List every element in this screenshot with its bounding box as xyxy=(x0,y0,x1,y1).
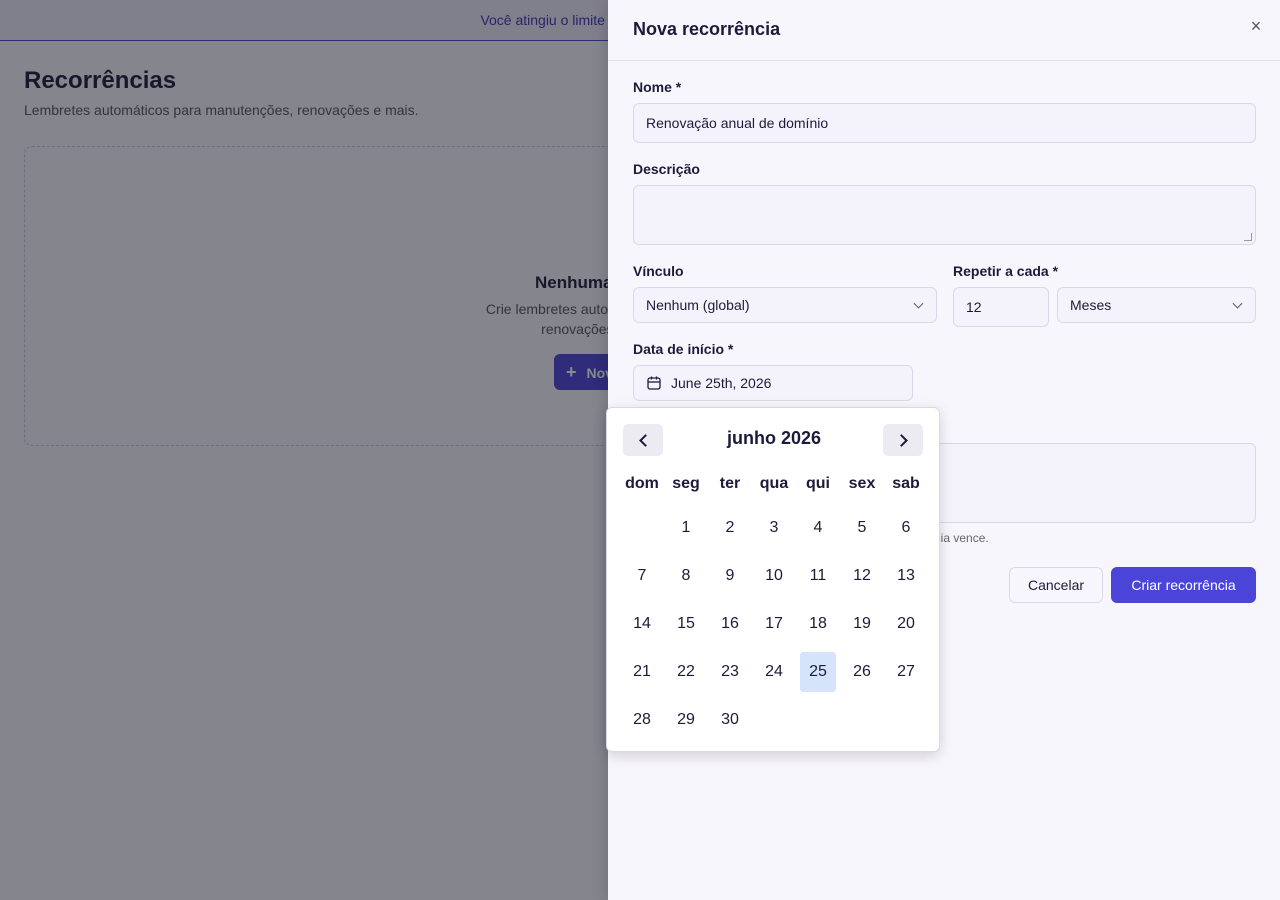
repeat-interval-value: 12 xyxy=(966,299,982,315)
calendar-day[interactable]: 9 xyxy=(708,552,752,600)
calendar-day-number: 4 xyxy=(813,519,823,536)
link-label: Vínculo xyxy=(633,263,684,279)
calendar-day-number: 28 xyxy=(633,711,651,728)
calendar-day-number: 23 xyxy=(721,663,739,680)
cancel-button[interactable]: Cancelar xyxy=(1009,567,1103,603)
calendar-day[interactable]: 10 xyxy=(752,552,796,600)
calendar-day[interactable]: 19 xyxy=(840,600,884,648)
calendar-day[interactable]: 13 xyxy=(884,552,928,600)
drawer-title: Nova recorrência xyxy=(633,19,781,39)
calendar-day[interactable]: 18 xyxy=(796,600,840,648)
description-textarea[interactable] xyxy=(633,185,1256,245)
calendar-day-number: 17 xyxy=(765,615,783,632)
calendar-day[interactable]: 11 xyxy=(796,552,840,600)
calendar-day-number: 26 xyxy=(853,663,871,680)
drawer-header: Nova recorrência × xyxy=(608,0,1280,61)
calendar-day[interactable]: 27 xyxy=(884,648,928,696)
calendar-day-number: 12 xyxy=(853,567,871,584)
repeat-unit-select[interactable]: Meses xyxy=(1057,287,1256,323)
calendar-day[interactable]: 17 xyxy=(752,600,796,648)
calendar-day-number: 14 xyxy=(633,615,651,632)
calendar-day[interactable]: 8 xyxy=(664,552,708,600)
calendar-day-number: 10 xyxy=(765,567,783,584)
calendar-day[interactable]: 20 xyxy=(884,600,928,648)
calendar-day[interactable]: 15 xyxy=(664,600,708,648)
calendar-day[interactable]: 16 xyxy=(708,600,752,648)
weekday-header: sab xyxy=(892,475,920,492)
calendar-day-selected[interactable]: 25 xyxy=(796,648,840,696)
calendar-day-number: 22 xyxy=(677,663,695,680)
calendar-day[interactable]: 3 xyxy=(752,504,796,552)
description-label: Descrição xyxy=(633,161,700,177)
calendar-day[interactable]: 23 xyxy=(708,648,752,696)
chevron-down-icon xyxy=(1232,298,1243,309)
calendar-day[interactable]: 7 xyxy=(620,552,664,600)
calendar-day[interactable]: 4 xyxy=(796,504,840,552)
close-icon[interactable]: × xyxy=(1244,14,1268,38)
calendar-day-number: 24 xyxy=(765,663,783,680)
weekday-header: ter xyxy=(719,475,741,492)
repeat-unit-value: Meses xyxy=(1070,297,1112,313)
calendar-day[interactable]: 1 xyxy=(664,504,708,552)
weekday-header: dom xyxy=(625,475,659,492)
repeat-label: Repetir a cada * xyxy=(953,263,1059,279)
calendar-grid: dom seg ter qua qui sex sab 1 2 3 4 5 6 7 8 9 10 11 12 13 14… xyxy=(620,464,928,744)
calendar-day-number: 2 xyxy=(725,519,735,536)
weekday-header: seg xyxy=(672,475,700,492)
weekday-header: qua xyxy=(759,475,789,492)
weekday-header: qui xyxy=(806,475,830,492)
start-date-picker-button[interactable]: June 25th, 2026 xyxy=(633,365,913,401)
calendar-day-number: 30 xyxy=(721,711,739,728)
calendar-blank xyxy=(620,504,664,552)
calendar-day[interactable]: 12 xyxy=(840,552,884,600)
calendar-day-number: 7 xyxy=(637,567,647,584)
calendar-day-number: 21 xyxy=(633,663,651,680)
calendar-day-number: 9 xyxy=(725,567,735,584)
link-select[interactable]: Nenhum (global) xyxy=(633,287,937,323)
name-label: Nome * xyxy=(633,79,682,95)
calendar-day[interactable]: 26 xyxy=(840,648,884,696)
calendar-day-number: 27 xyxy=(897,663,915,680)
date-picker-calendar: junho 2026 dom seg ter qua qui sex sab 1 2 3 4 5 6 7 8… xyxy=(606,407,940,752)
calendar-day-number: 5 xyxy=(857,519,867,536)
calendar-day-number: 29 xyxy=(677,711,695,728)
start-date-label: Data de início * xyxy=(633,341,734,357)
name-input-value: Renovação anual de domínio xyxy=(646,115,829,131)
calendar-day-number: 18 xyxy=(809,615,827,632)
resize-handle-icon[interactable] xyxy=(1244,233,1252,241)
calendar-day[interactable]: 22 xyxy=(664,648,708,696)
calendar-day-number: 1 xyxy=(681,519,691,536)
calendar-day-number: 6 xyxy=(901,519,911,536)
calendar-icon xyxy=(647,376,661,390)
calendar-day-number: 20 xyxy=(897,615,915,632)
calendar-day-number: 15 xyxy=(677,615,695,632)
next-month-button[interactable] xyxy=(883,424,923,456)
calendar-day-number: 25 xyxy=(809,663,827,680)
name-input[interactable]: Renovação anual de domínio xyxy=(633,103,1256,143)
repeat-interval-input[interactable]: 12 xyxy=(953,287,1049,327)
calendar-day[interactable]: 6 xyxy=(884,504,928,552)
calendar-day[interactable]: 30 xyxy=(708,696,752,744)
start-date-value: June 25th, 2026 xyxy=(671,375,772,391)
calendar-day[interactable]: 21 xyxy=(620,648,664,696)
calendar-day-number: 19 xyxy=(853,615,871,632)
create-recurrence-button[interactable]: Criar recorrência xyxy=(1111,567,1256,603)
calendar-day[interactable]: 14 xyxy=(620,600,664,648)
calendar-day[interactable]: 28 xyxy=(620,696,664,744)
calendar-day[interactable]: 29 xyxy=(664,696,708,744)
calendar-day-number: 16 xyxy=(721,615,739,632)
calendar-day-number: 8 xyxy=(681,567,691,584)
weekday-header: sex xyxy=(848,475,876,492)
calendar-day-number: 3 xyxy=(769,519,779,536)
calendar-day-number: 13 xyxy=(897,567,915,584)
link-select-value: Nenhum (global) xyxy=(646,297,750,313)
calendar-day[interactable]: 24 xyxy=(752,648,796,696)
calendar-day-number: 11 xyxy=(809,567,827,584)
chevron-down-icon xyxy=(913,298,924,309)
chevron-right-icon xyxy=(894,433,908,447)
calendar-day[interactable]: 5 xyxy=(840,504,884,552)
calendar-day[interactable]: 2 xyxy=(708,504,752,552)
